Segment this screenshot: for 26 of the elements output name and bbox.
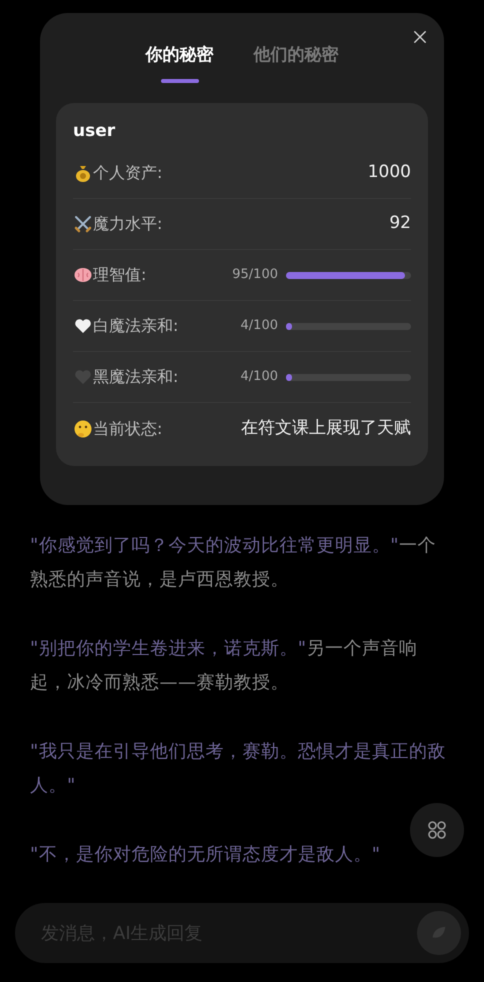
crossed-swords-icon bbox=[73, 214, 93, 234]
story-paragraph: "别把你的学生卷进来，诺克斯。"另一个声音响起，冰冷而熟悉——赛勒教授。 bbox=[30, 637, 419, 695]
emoji-icon bbox=[73, 418, 93, 438]
stat-label: 黑魔法亲和: bbox=[93, 366, 178, 388]
tab[interactable]: 你的秘密 bbox=[146, 43, 214, 82]
stat-reading: 4/100 bbox=[240, 317, 278, 336]
card-title: user bbox=[73, 120, 116, 142]
close-icon bbox=[413, 30, 427, 44]
stat-label: 白魔法亲和: bbox=[93, 315, 178, 337]
stat-value: 1000 bbox=[368, 161, 411, 184]
story-paragraph: "你感觉到了吗？今天的波动比往常更明显。"一个熟悉的声音说，是卢西恩教授。 bbox=[30, 534, 438, 592]
stat-reading: 4/100 bbox=[240, 368, 278, 386]
stat-label: 魔力水平: bbox=[93, 213, 162, 235]
heart-icon bbox=[73, 316, 93, 336]
money-bag-icon bbox=[73, 163, 93, 183]
stat-reading: 95/100 bbox=[232, 266, 278, 284]
stat-label: 理智值: bbox=[93, 264, 146, 286]
tab[interactable]: 他们的秘密 bbox=[254, 43, 338, 82]
brain-icon bbox=[73, 265, 93, 285]
grid-icon bbox=[427, 820, 447, 840]
stat-label: 当前状态: bbox=[93, 418, 162, 440]
stat-value: 92 bbox=[389, 212, 411, 236]
stat-value: 在符文课上展现了天赋 bbox=[241, 416, 411, 440]
stat-label: 个人资产: bbox=[93, 162, 162, 184]
story-paragraph: "不，是你对危险的无所谓态度才是敌人。" bbox=[30, 843, 382, 867]
story-paragraph: "我只是在引导他们思考，赛勒。恐惧才是真正的敌人。" bbox=[30, 740, 447, 798]
